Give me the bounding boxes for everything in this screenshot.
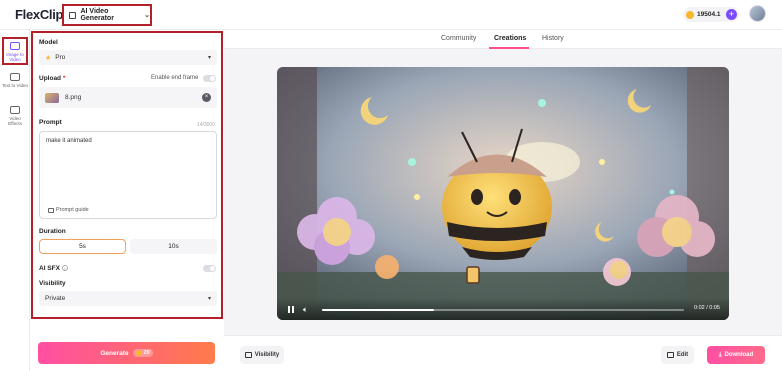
active-tab-indicator bbox=[489, 47, 529, 49]
rail-item-label: Image to Video bbox=[6, 52, 24, 62]
rail-item-label: Video Effects bbox=[8, 116, 22, 126]
enable-end-frame-toggle[interactable] bbox=[203, 75, 216, 82]
chevron-down-icon: ▾ bbox=[207, 296, 211, 302]
video-frame-bee-illustration bbox=[277, 67, 729, 320]
ai-video-generator-label: AI Video Generator bbox=[80, 8, 114, 22]
prompt-label: Prompt bbox=[39, 119, 62, 126]
credits-value: 19504.1 bbox=[697, 11, 721, 18]
edit-icon bbox=[666, 352, 674, 358]
time-display: 0:02 / 0:05 bbox=[694, 305, 720, 311]
pause-icon[interactable] bbox=[288, 306, 294, 313]
video-effects-icon bbox=[10, 106, 20, 114]
duration-option-10s[interactable]: 10s bbox=[130, 239, 217, 254]
tab-community[interactable]: Community bbox=[441, 35, 476, 42]
visibility-button-label: Visibility bbox=[254, 352, 280, 358]
coin-icon bbox=[686, 10, 694, 19]
bottom-toolbar: Visibility Edit ⤓ Download bbox=[224, 335, 782, 371]
info-icon[interactable]: i bbox=[61, 265, 68, 272]
chevron-down-icon: ▾ bbox=[207, 55, 211, 61]
generate-button[interactable]: Generate 20 bbox=[38, 342, 215, 364]
model-label: Model bbox=[39, 39, 58, 46]
volume-icon[interactable]: 🔈︎ bbox=[303, 305, 308, 315]
upload-label: Upload * bbox=[39, 75, 66, 82]
book-icon bbox=[48, 207, 54, 213]
download-button[interactable]: ⤓ Download bbox=[707, 346, 765, 364]
coin-icon bbox=[135, 350, 142, 356]
visibility-label: Visibility bbox=[39, 280, 66, 287]
model-select[interactable]: ★ Pro ▾ bbox=[39, 50, 217, 65]
upload-label-text: Upload bbox=[39, 75, 62, 82]
ai-sfx-label-text: AI SFX bbox=[39, 265, 60, 272]
visibility-select[interactable]: Private ▾ bbox=[39, 291, 217, 306]
progress-bar[interactable] bbox=[322, 309, 684, 311]
edit-button-label: Edit bbox=[676, 352, 689, 358]
edit-button[interactable]: Edit bbox=[661, 346, 694, 364]
rail-item-video-effects[interactable]: Video Effects bbox=[2, 103, 28, 131]
generate-cost: 20 bbox=[143, 350, 150, 356]
prompt-guide-label: Prompt guide bbox=[56, 207, 89, 213]
flexclip-logo[interactable]: FlexClip bbox=[15, 7, 63, 22]
avatar[interactable] bbox=[749, 5, 766, 22]
visibility-value: Private bbox=[45, 295, 66, 302]
generate-label: Generate bbox=[100, 349, 129, 357]
video-player[interactable]: 🔈︎ 0:02 / 0:05 bbox=[277, 67, 729, 320]
download-button-label: Download bbox=[724, 352, 754, 358]
tab-history[interactable]: History bbox=[542, 35, 564, 42]
generation-settings-panel: Model ★ Pro ▾ Upload * Enable end frame … bbox=[31, 31, 223, 319]
generate-cost-badge: 20 bbox=[132, 349, 153, 357]
enable-end-frame-label: Enable end frame bbox=[151, 75, 199, 81]
visibility-icon bbox=[244, 352, 252, 358]
model-value: Pro bbox=[55, 54, 66, 61]
chevron-down-icon: ⌄ bbox=[144, 12, 150, 19]
star-icon: ★ bbox=[45, 54, 52, 62]
prompt-text: make it animated bbox=[46, 138, 92, 144]
prompt-guide-button[interactable]: Prompt guide bbox=[48, 207, 89, 213]
duration-label: Duration bbox=[39, 228, 66, 235]
ai-video-generator-dropdown[interactable]: AI Video Generator ⌄ bbox=[62, 4, 152, 26]
visibility-button[interactable]: Visibility bbox=[240, 346, 284, 364]
rail-item-label: Text to Video bbox=[2, 83, 28, 88]
rail-item-text-to-video[interactable]: Text to Video bbox=[2, 70, 28, 98]
duration-option-5s[interactable]: 5s bbox=[39, 239, 126, 254]
top-bar: FlexClip AI Video Generator ⌄ 19504.1 + bbox=[0, 0, 782, 30]
player-controls: 🔈︎ 0:02 / 0:05 bbox=[277, 298, 729, 320]
download-icon: ⤓ bbox=[718, 351, 722, 358]
ai-sfx-toggle[interactable] bbox=[203, 265, 216, 272]
left-rail: Image to Video Text to Video Video Effec… bbox=[0, 30, 30, 371]
tab-creations[interactable]: Creations bbox=[494, 35, 526, 42]
text-to-video-icon bbox=[10, 73, 20, 81]
rail-item-image-to-video[interactable]: Image to Video bbox=[2, 37, 28, 65]
prompt-textarea[interactable]: make it animated Prompt guide bbox=[39, 131, 217, 219]
image-to-video-icon bbox=[10, 42, 20, 50]
add-credits-button[interactable]: + bbox=[726, 9, 737, 20]
progress-fill bbox=[322, 309, 435, 311]
uploaded-file-name: 8.png bbox=[65, 94, 82, 101]
uploaded-image-thumbnail bbox=[45, 92, 59, 103]
prompt-char-count: 14/3000 bbox=[196, 122, 215, 128]
remove-file-icon[interactable]: × bbox=[202, 93, 211, 102]
uploaded-file[interactable]: 8.png × bbox=[39, 87, 217, 108]
ai-video-icon bbox=[69, 11, 77, 19]
ai-sfx-label: AI SFX i bbox=[39, 265, 68, 272]
